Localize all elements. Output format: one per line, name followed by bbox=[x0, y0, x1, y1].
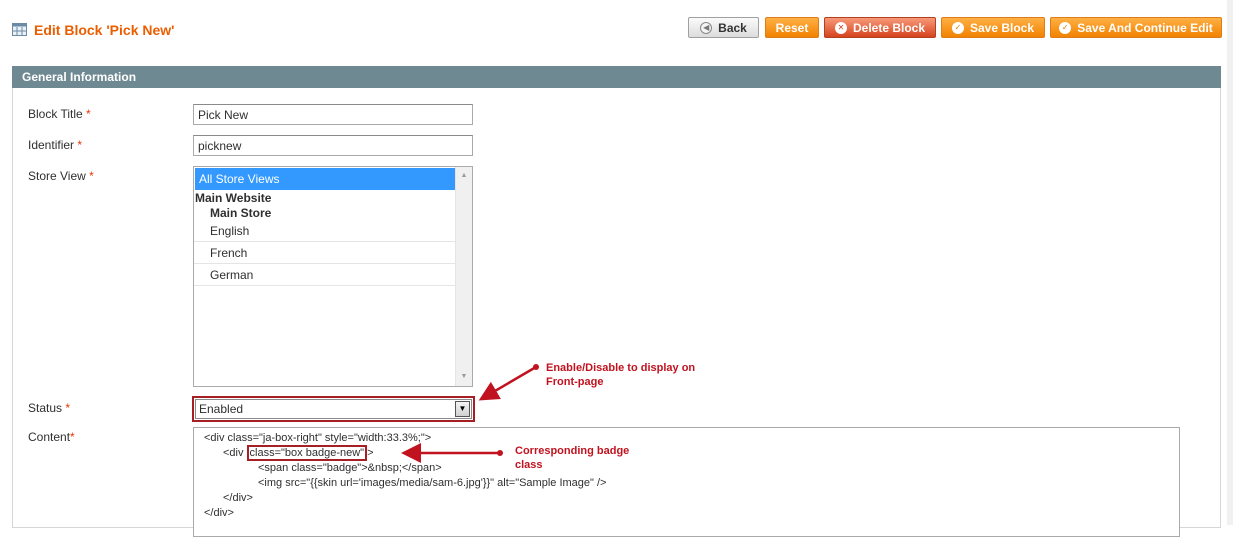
badge-annotation-arrow bbox=[401, 443, 503, 463]
status-annotation-arrow bbox=[478, 364, 539, 401]
status-annotation-text: Enable/Disable to display on Front-page bbox=[546, 362, 696, 388]
page-scrollbar[interactable] bbox=[1227, 0, 1233, 525]
badge-annotation-text: Corresponding badge class bbox=[515, 445, 630, 471]
